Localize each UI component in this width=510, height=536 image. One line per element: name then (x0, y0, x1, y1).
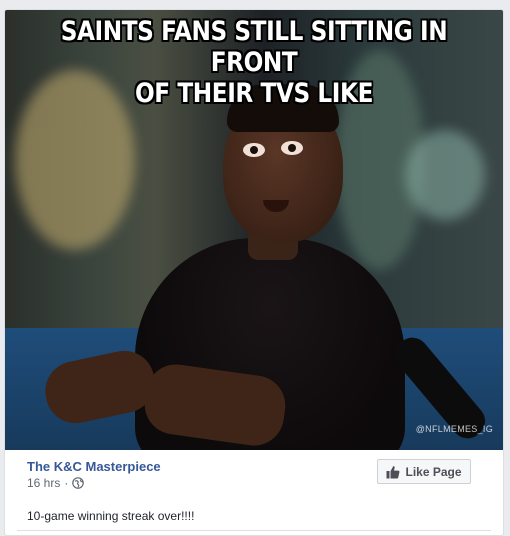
post-timestamp[interactable]: 16 hrs (27, 476, 60, 490)
globe-icon[interactable] (72, 477, 85, 489)
meme-caption-line-2: OF THEIR TVS LIKE (134, 78, 374, 109)
divider (17, 530, 491, 531)
meta-separator: · (64, 476, 69, 490)
right-eye (281, 141, 303, 155)
background-light (405, 130, 485, 220)
thumbs-up-icon (386, 465, 400, 479)
post-meta: 16 hrs · (27, 476, 85, 490)
page-name-link[interactable]: The K&C Masterpiece (27, 459, 161, 474)
meme-caption-line-1: SAINTS FANS STILL SITTING IN FRONT (60, 16, 448, 78)
like-page-button[interactable]: Like Page (377, 459, 471, 484)
like-page-label: Like Page (405, 464, 462, 479)
post-card: SAINTS FANS STILL SITTING IN FRONT OF TH… (4, 9, 504, 536)
meme-image[interactable]: SAINTS FANS STILL SITTING IN FRONT OF TH… (5, 10, 503, 450)
meme-caption: SAINTS FANS STILL SITTING IN FRONT OF TH… (40, 16, 468, 109)
left-eye (243, 143, 265, 157)
meme-watermark: @NFLMEMES_IG (415, 424, 493, 434)
post-text: 10-game winning streak over!!!! (27, 509, 195, 523)
